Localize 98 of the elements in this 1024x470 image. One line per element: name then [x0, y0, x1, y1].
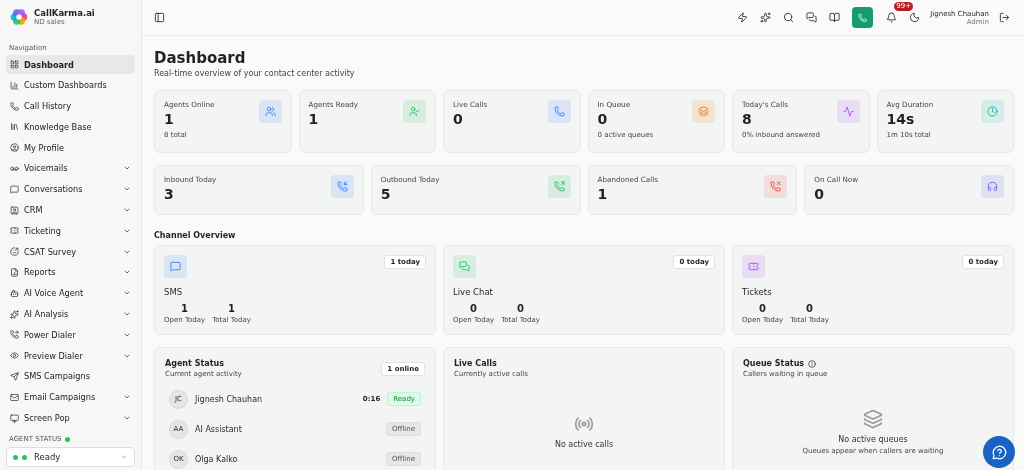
- book-icon: [829, 12, 841, 23]
- stat-value: 1: [597, 186, 609, 202]
- panel-title: Queue Status: [743, 359, 805, 368]
- nav-icon: [10, 184, 19, 194]
- nav-icon: [10, 80, 19, 90]
- nav-item[interactable]: Preview Dialer: [6, 346, 135, 366]
- nav-item[interactable]: Power Dialer: [6, 325, 135, 345]
- agent-name: Olga Kalko: [195, 454, 239, 464]
- nav-icon: [10, 205, 19, 215]
- nav-item[interactable]: Screen Pop: [6, 408, 135, 428]
- nav-item[interactable]: SMS Campaigns: [6, 366, 135, 386]
- notifications-button[interactable]: [885, 11, 898, 24]
- stat-icon: [987, 181, 998, 192]
- agent-name: AI Assistant: [195, 424, 243, 434]
- stat-icon: [336, 181, 348, 192]
- empty-message: No active calls: [554, 440, 614, 449]
- agent-name: Jignesh Chauhan: [195, 394, 264, 404]
- nav-icon: [10, 351, 19, 361]
- nav-item[interactable]: AI Analysis: [6, 304, 135, 324]
- stat-value: 0: [453, 111, 464, 127]
- nav-item[interactable]: Conversations: [6, 179, 135, 199]
- chat-icon: [806, 12, 818, 23]
- stat-icon: [264, 106, 276, 117]
- stat-icon: [842, 106, 854, 117]
- nav-icon: [10, 122, 19, 132]
- nav-icon: [10, 60, 19, 69]
- stat-value: 1: [164, 111, 175, 127]
- stat-icon: [553, 106, 565, 117]
- nav-icon: [10, 309, 19, 319]
- nav-item[interactable]: Ticketing: [6, 221, 135, 241]
- stat-value: 8: [742, 111, 753, 127]
- page-subtitle: Real-time overview of your contact center activity: [154, 69, 356, 78]
- nav-icon: [10, 164, 19, 173]
- section-title: Channel Overview: [154, 231, 237, 240]
- nav-item[interactable]: Email Campaigns: [6, 387, 135, 407]
- call-button[interactable]: [852, 7, 874, 28]
- layers-icon: [863, 408, 883, 429]
- total-count: 0: [806, 303, 814, 314]
- nav-item[interactable]: Call History: [6, 96, 135, 116]
- moon-icon: [909, 12, 921, 23]
- channel-name: SMS: [164, 287, 184, 297]
- logout-icon: [999, 12, 1010, 23]
- help-icon: [991, 444, 1007, 460]
- status-select[interactable]: Ready: [6, 447, 135, 468]
- channel-icon: [459, 261, 470, 272]
- nav-item[interactable]: CRM: [6, 200, 135, 220]
- nav-item[interactable]: AI Voice Agent: [6, 283, 135, 303]
- nav-icon: [10, 101, 19, 111]
- stat-value: 0: [814, 186, 825, 202]
- stat-value: 3: [164, 186, 175, 202]
- stat-value: 0: [597, 111, 609, 127]
- total-count: 0: [517, 303, 525, 314]
- nav-item[interactable]: Custom Dashboards: [6, 75, 135, 95]
- nav-icon: [10, 247, 19, 257]
- stat-icon: [770, 181, 782, 192]
- stat-icon: [553, 181, 565, 192]
- nav-icon: [10, 226, 19, 236]
- nav-icon: [10, 143, 19, 153]
- sparkles-icon: [760, 12, 772, 23]
- info-icon[interactable]: [808, 359, 817, 368]
- channel-icon: [170, 261, 181, 272]
- panel-title: Live Calls: [454, 359, 497, 368]
- panel-title: Agent Status: [165, 359, 224, 368]
- nav-icon: [10, 330, 19, 340]
- open-count: 0: [759, 303, 767, 314]
- logo-icon: [10, 8, 28, 26]
- nav-item[interactable]: Voicemails: [6, 159, 135, 178]
- stat-value: 5: [380, 186, 392, 202]
- phone-icon: [858, 12, 868, 23]
- open-count: 0: [470, 303, 478, 314]
- channel-name: Live Chat: [453, 287, 494, 297]
- nav-icon: [10, 371, 19, 381]
- stat-icon: [987, 106, 998, 117]
- nav-item[interactable]: Dashboard: [6, 55, 135, 74]
- stat-value: 1: [308, 111, 320, 127]
- open-count: 1: [181, 303, 189, 314]
- nav-item[interactable]: Reports: [6, 262, 135, 282]
- nav-icon: [10, 413, 19, 423]
- channel-name: Tickets: [742, 287, 773, 297]
- nav-item[interactable]: CSAT Survey: [6, 242, 135, 262]
- empty-message: No active queues: [838, 434, 908, 444]
- panel-icon: [154, 12, 165, 23]
- nav-icon: [10, 392, 19, 402]
- page-title: Dashboard: [154, 49, 247, 67]
- stat-value: 14s: [886, 111, 916, 127]
- stat-icon: [698, 106, 709, 117]
- nav-icon: [10, 288, 19, 298]
- brand-name: CallKarma.ai: [34, 8, 95, 18]
- broadcast-icon: [574, 414, 594, 434]
- nav-item[interactable]: Knowledge Base: [6, 117, 135, 137]
- bell-icon: [885, 12, 897, 23]
- nav-item[interactable]: My Profile: [6, 138, 135, 158]
- stat-icon: [409, 106, 420, 117]
- channel-icon: [748, 261, 759, 272]
- total-count: 1: [228, 303, 236, 314]
- search-icon: [783, 12, 795, 23]
- nav-icon: [10, 267, 19, 277]
- bolt-icon: [737, 12, 749, 23]
